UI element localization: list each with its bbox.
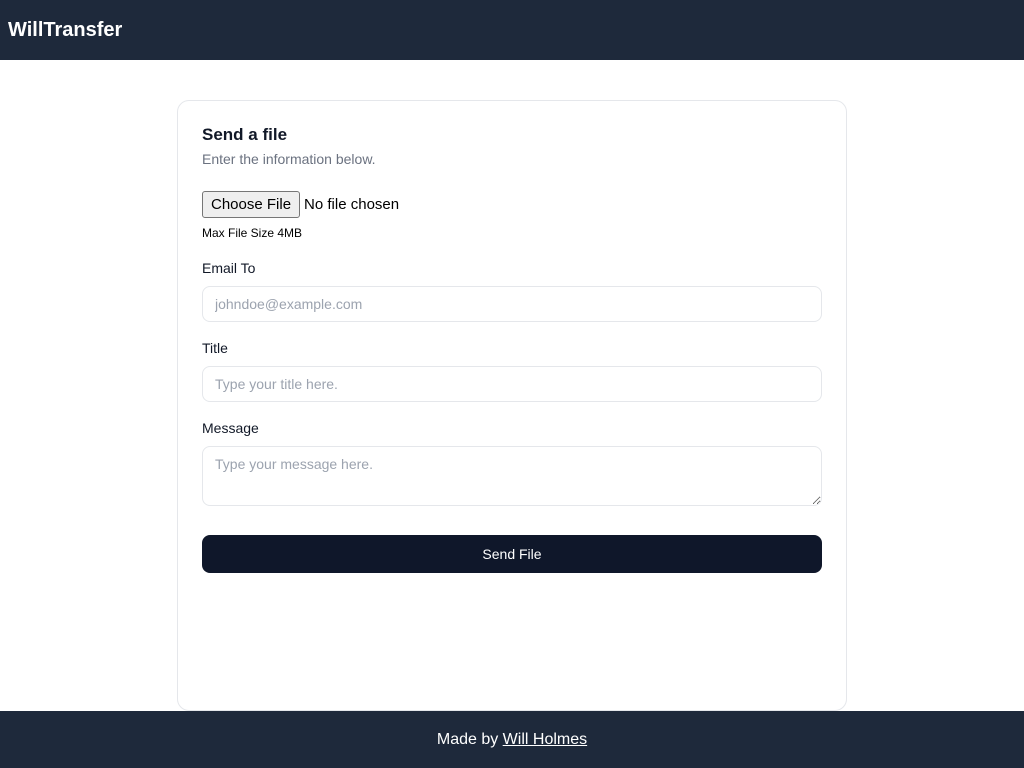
message-textarea[interactable] xyxy=(202,446,822,506)
title-label: Title xyxy=(202,340,822,356)
title-input[interactable] xyxy=(202,366,822,402)
app-title: WillTransfer xyxy=(8,19,122,42)
title-form-group: Title xyxy=(202,340,822,402)
card-subtitle: Enter the information below. xyxy=(202,151,822,167)
message-form-group: Message xyxy=(202,420,822,511)
message-label: Message xyxy=(202,420,822,436)
no-file-chosen-text: No file chosen xyxy=(304,196,399,213)
app-header: WillTransfer xyxy=(0,0,1024,60)
main-content: Send a file Enter the information below.… xyxy=(0,60,1024,711)
email-form-group: Email To xyxy=(202,260,822,322)
app-footer: Made by Will Holmes xyxy=(0,711,1024,768)
email-label: Email To xyxy=(202,260,822,276)
file-input-row: Choose File No file chosen xyxy=(202,191,822,218)
email-input[interactable] xyxy=(202,286,822,322)
made-by-text: Made by xyxy=(437,731,503,748)
card-title: Send a file xyxy=(202,125,822,145)
choose-file-button[interactable]: Choose File xyxy=(202,191,300,218)
author-link[interactable]: Will Holmes xyxy=(503,731,587,748)
send-file-button[interactable]: Send File xyxy=(202,535,822,573)
send-file-card: Send a file Enter the information below.… xyxy=(177,100,847,711)
max-file-size-text: Max File Size 4MB xyxy=(202,226,822,240)
footer-text: Made by Will Holmes xyxy=(437,731,587,749)
